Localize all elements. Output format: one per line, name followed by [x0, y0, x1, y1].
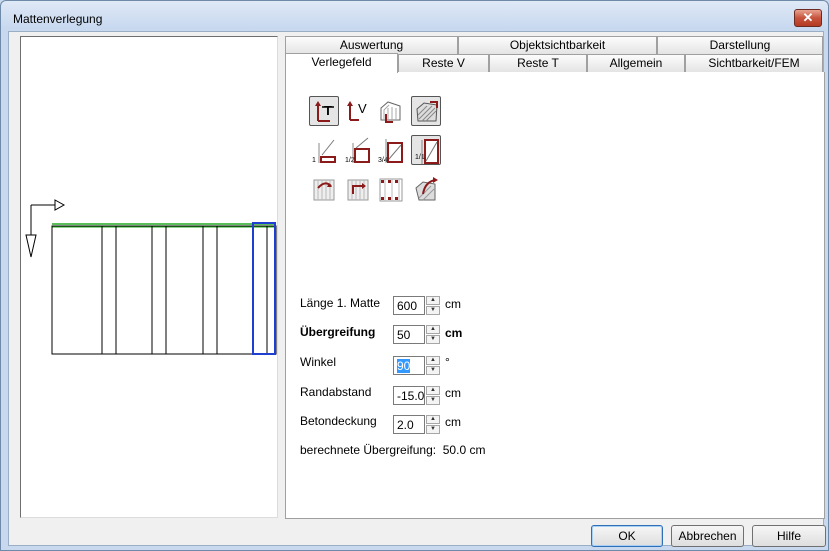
spin-up-icon[interactable]: ▲ [426, 296, 440, 305]
svg-text:1: 1 [312, 157, 316, 164]
spin-up-icon[interactable]: ▲ [426, 386, 440, 395]
width-1-1-icon[interactable]: 1/1 [411, 135, 441, 165]
betondeckung-label: Betondeckung [300, 414, 377, 428]
computed-overlap-text: berechnete Übergreifung: 50.0 cm [300, 443, 486, 457]
ok-button[interactable]: OK [591, 525, 663, 547]
spin-up-icon[interactable]: ▲ [426, 356, 440, 365]
winkel-unit: ° [445, 355, 450, 369]
spin-down-icon[interactable]: ▼ [426, 335, 440, 344]
rest-flip-icon[interactable] [343, 174, 373, 204]
winkel-label: Winkel [300, 355, 337, 369]
uebergreifung-label: Übergreifung [300, 325, 376, 339]
mat-direction-v-icon[interactable]: V [343, 96, 373, 126]
area-rotate-icon[interactable] [411, 174, 441, 204]
tab-auswertung[interactable]: Auswertung [285, 36, 458, 54]
randabstand-spinner[interactable]: ▲ ▼ [426, 386, 440, 405]
spin-down-icon[interactable]: ▼ [426, 396, 440, 405]
help-button[interactable]: Hilfe [752, 525, 826, 547]
laenge-label: Länge 1. Matte [300, 296, 381, 310]
randabstand-label: Randabstand [300, 385, 372, 399]
randabstand-unit: cm [445, 386, 461, 400]
laenge-spinner[interactable]: ▲ ▼ [426, 296, 440, 315]
winkel-spinner[interactable]: ▲ ▼ [426, 356, 440, 375]
mat-direction-t-icon[interactable]: T [309, 96, 339, 126]
betondeckung-spinner[interactable]: ▲ ▼ [426, 415, 440, 434]
direction-arrows [25, 199, 66, 258]
spin-down-icon[interactable]: ▼ [426, 366, 440, 375]
polygon-area-icon[interactable] [376, 96, 406, 126]
betondeckung-unit: cm [445, 415, 461, 429]
window-title: Mattenverlegung [13, 12, 103, 26]
laenge-input[interactable]: 600 [393, 296, 425, 315]
mat-layout [51, 222, 277, 355]
svg-text:1/1: 1/1 [415, 154, 425, 161]
laenge-unit: cm [445, 297, 461, 311]
hatched-area-icon[interactable] [411, 96, 441, 126]
tab-reste-v[interactable]: Reste V [398, 54, 489, 72]
width-1-2-icon[interactable]: 1/2 [343, 135, 373, 165]
betondeckung-input[interactable]: 2.0 [393, 415, 425, 434]
spin-down-icon[interactable]: ▼ [426, 306, 440, 315]
cancel-button[interactable]: Abbrechen [671, 525, 744, 547]
mat-grid-icon[interactable] [376, 174, 406, 204]
spin-up-icon[interactable]: ▲ [426, 415, 440, 424]
svg-text:V: V [358, 101, 367, 116]
tab-allgemein[interactable]: Allgemein [587, 54, 685, 72]
width-3-4-icon[interactable]: 3/4 [376, 135, 406, 165]
tab-darstellung[interactable]: Darstellung [657, 36, 823, 54]
randabstand-input[interactable]: -15.0 [393, 386, 425, 405]
dialog-window: Mattenverlegung ✕ Auswertung Objektsicht… [0, 0, 829, 551]
winkel-input[interactable]: 90 [393, 356, 425, 375]
spin-up-icon[interactable]: ▲ [426, 325, 440, 334]
close-button[interactable]: ✕ [794, 9, 822, 27]
uebergreifung-spinner[interactable]: ▲ ▼ [426, 325, 440, 344]
tab-objektsichtbarkeit[interactable]: Objektsichtbarkeit [458, 36, 657, 54]
tab-sichtbarkeit-fem[interactable]: Sichtbarkeit/FEM [685, 54, 823, 72]
rest-rotate-icon[interactable] [309, 174, 339, 204]
width-1-icon[interactable]: 1 [309, 135, 339, 165]
tab-verlegefeld[interactable]: Verlegefeld [285, 53, 398, 73]
uebergreifung-unit: cm [445, 326, 463, 340]
mat-preview-canvas[interactable] [20, 36, 278, 518]
uebergreifung-input[interactable]: 50 [393, 325, 425, 344]
dialog-client: Auswertung Objektsichtbarkeit Darstellun… [8, 31, 826, 547]
tab-reste-t[interactable]: Reste T [489, 54, 587, 72]
spin-down-icon[interactable]: ▼ [426, 425, 440, 434]
svg-text:T: T [324, 103, 332, 118]
